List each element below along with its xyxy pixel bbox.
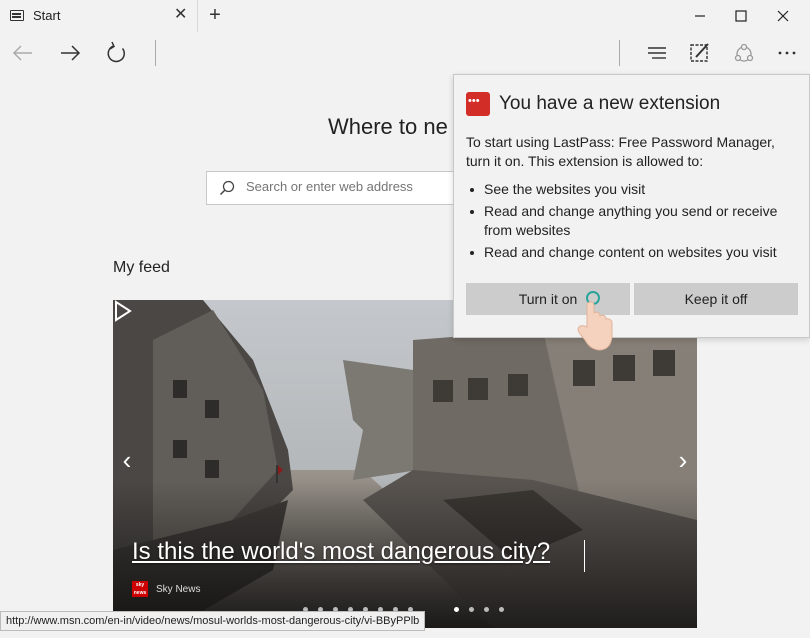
browser-window: Start ✕ + Where to ne Search or enter we… <box>0 0 810 638</box>
carousel-dot-active[interactable] <box>454 607 459 612</box>
tab-title: Start <box>33 8 61 23</box>
play-separator <box>584 540 585 572</box>
permission-item: Read and change anything you send or rec… <box>466 202 806 240</box>
close-window-button[interactable] <box>769 4 797 28</box>
share-button[interactable] <box>729 39 759 67</box>
carousel-previous-arrow-icon[interactable]: ‹ <box>115 445 139 476</box>
feed-label: My feed <box>113 259 170 276</box>
more-button[interactable] <box>772 39 802 67</box>
close-icon <box>777 10 789 22</box>
feed-source-name: Sky News <box>156 584 201 595</box>
title-bar: Start ✕ + <box>0 0 810 32</box>
web-note-icon <box>690 43 709 62</box>
carousel-dot[interactable] <box>469 607 474 612</box>
toolbar-separator <box>619 40 620 66</box>
hub-button[interactable] <box>642 39 672 67</box>
carousel-dot[interactable] <box>499 607 504 612</box>
tab-start[interactable]: Start ✕ <box>0 0 198 32</box>
lastpass-extension-icon <box>466 92 490 116</box>
address-separator <box>155 40 156 66</box>
forward-button[interactable] <box>55 39 85 67</box>
popup-title: You have a new extension <box>499 93 721 114</box>
refresh-icon <box>107 41 125 63</box>
play-icon[interactable] <box>113 300 133 322</box>
web-note-button[interactable] <box>685 39 715 67</box>
permission-list: See the websites you visit Read and chan… <box>466 180 806 265</box>
new-tab-button[interactable]: + <box>204 4 226 26</box>
page-heading: Where to ne <box>328 114 448 139</box>
pointer-hand-icon <box>577 291 613 351</box>
browser-tab-icon <box>10 10 24 21</box>
keep-it-off-button[interactable]: Keep it off <box>634 283 798 315</box>
maximize-button[interactable] <box>727 4 755 28</box>
permission-item: See the websites you visit <box>466 180 806 199</box>
search-icon <box>219 180 235 196</box>
popup-description: To start using LastPass: Free Password M… <box>466 134 775 169</box>
forward-arrow-icon <box>61 45 81 61</box>
back-arrow-icon <box>12 45 32 61</box>
minimize-icon <box>695 15 705 17</box>
feed-headline-link[interactable]: Is this the world's most dangerous city? <box>132 538 550 566</box>
maximize-icon <box>735 10 747 22</box>
status-bar-url: http://www.msn.com/en-in/video/news/mosu… <box>0 611 426 631</box>
more-dots-icon <box>778 51 796 55</box>
back-button[interactable] <box>8 39 38 67</box>
carousel-dot[interactable] <box>484 607 489 612</box>
new-extension-popup: You have a new extension To start using … <box>453 74 810 338</box>
hub-icon <box>648 47 666 59</box>
refresh-button[interactable] <box>102 39 132 67</box>
tab-close-icon[interactable]: ✕ <box>174 6 187 24</box>
share-icon <box>734 43 754 62</box>
permission-item: Read and change content on websites you … <box>466 243 806 262</box>
sky-news-logo: sky news <box>132 581 148 597</box>
carousel-next-arrow-icon[interactable]: › <box>671 445 695 476</box>
minimize-button[interactable] <box>686 4 714 28</box>
navigation-toolbar <box>0 32 810 74</box>
